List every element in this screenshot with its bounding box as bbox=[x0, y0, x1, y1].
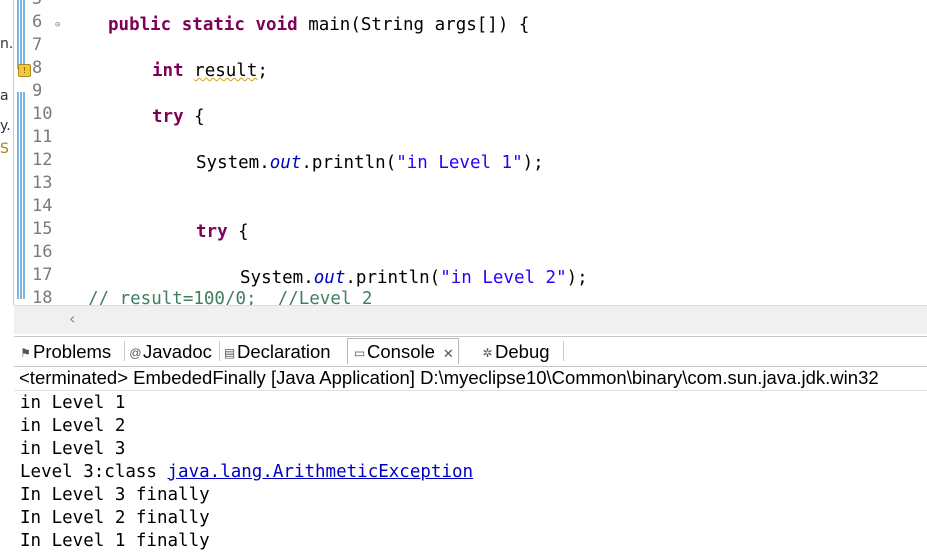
code-text: main(String args[]) { bbox=[297, 15, 530, 35]
problems-icon: ⚑ bbox=[20, 346, 31, 360]
tab-problems[interactable]: ⚑ Problems bbox=[18, 339, 111, 364]
line-number: 6 bbox=[32, 12, 43, 32]
editor-horizontal-scrollbar[interactable]: ‹ bbox=[14, 305, 927, 334]
ruler-mark bbox=[17, 115, 26, 138]
ruler-mark bbox=[17, 161, 26, 184]
code-text: .println( bbox=[301, 153, 397, 173]
package-explorer-edge: n. a y. S bbox=[0, 0, 14, 305]
keyword: try bbox=[196, 222, 228, 242]
ruler-mark bbox=[17, 253, 26, 276]
fold-toggle-icon[interactable]: ⊖ bbox=[55, 20, 60, 30]
warning-variable: result bbox=[194, 61, 258, 81]
ruler-mark bbox=[17, 230, 26, 253]
warning-marker-icon[interactable]: ! bbox=[18, 64, 31, 77]
code-line-8[interactable]: int result; bbox=[152, 60, 268, 83]
static-field: out bbox=[269, 153, 302, 173]
static-field: out bbox=[313, 268, 346, 288]
code-editor[interactable]: ! 5 6 ⊖ 7 8 9 10 11 12 13 14 15 16 17 18… bbox=[14, 0, 927, 305]
line-number: 7 bbox=[32, 35, 43, 55]
console-line: In Level 2 finally bbox=[20, 508, 210, 528]
console-status-header: <terminated> EmbededFinally [Java Applic… bbox=[14, 366, 927, 391]
code-line-10[interactable]: try { bbox=[152, 106, 205, 129]
tab-divider bbox=[124, 341, 125, 361]
tab-divider bbox=[563, 341, 564, 361]
line-number: 17 bbox=[32, 265, 53, 285]
line-number: 12 bbox=[32, 150, 53, 170]
edge-text: a bbox=[0, 88, 9, 104]
line-number: 8 bbox=[32, 58, 43, 78]
ruler-mark bbox=[17, 92, 26, 115]
console-line: in Level 1 bbox=[20, 393, 126, 413]
debug-icon: ✲ bbox=[482, 346, 493, 360]
code-text: { bbox=[183, 107, 205, 127]
exception-prefix: Level 3:class bbox=[20, 462, 168, 482]
console-line: in Level 2 bbox=[20, 416, 126, 436]
tab-console[interactable]: ▭Console ✕ bbox=[347, 338, 459, 364]
tab-declaration[interactable]: ▤Declaration bbox=[222, 339, 331, 364]
line-number: 11 bbox=[32, 127, 53, 147]
code-line-12[interactable]: System.out.println("in Level 1"); bbox=[196, 152, 544, 175]
exception-link[interactable]: java.lang.ArithmeticException bbox=[168, 462, 474, 482]
tab-label: Problems bbox=[33, 341, 112, 362]
line-number: 16 bbox=[32, 242, 53, 262]
code-text: ); bbox=[522, 153, 544, 173]
line-number: 18 bbox=[32, 288, 53, 305]
console-output[interactable]: in Level 1 in Level 2 in Level 3 Level 3… bbox=[20, 392, 473, 553]
tab-divider bbox=[219, 341, 220, 361]
ruler-mark bbox=[17, 276, 26, 299]
string-literal: "in Level 1" bbox=[396, 153, 523, 173]
code-line-6[interactable]: public static void main(String args[]) { bbox=[108, 14, 529, 37]
tab-label: Console bbox=[367, 341, 435, 362]
console-line: In Level 1 finally bbox=[20, 531, 210, 551]
ruler-mark bbox=[17, 138, 26, 161]
code-text: ); bbox=[566, 268, 588, 288]
code-line-17[interactable]: System.out.println("in Level 2"); bbox=[240, 267, 588, 290]
console-icon: ▭ bbox=[353, 346, 366, 360]
ruler-mark bbox=[17, 23, 26, 46]
line-number: 10 bbox=[32, 104, 53, 124]
line-number: 13 bbox=[32, 173, 53, 193]
line-number: 5 bbox=[32, 0, 66, 11]
console-line: In Level 3 finally bbox=[20, 485, 210, 505]
declaration-icon: ▤ bbox=[223, 346, 236, 360]
code-text: ; bbox=[257, 61, 268, 81]
edge-text: n. bbox=[0, 36, 14, 52]
edge-text: y. bbox=[0, 118, 11, 134]
code-line-18[interactable]: // result=100/0; //Level 2 bbox=[88, 288, 372, 305]
code-text: { bbox=[227, 222, 249, 242]
tab-label: Debug bbox=[495, 341, 550, 362]
code-text: .println( bbox=[345, 268, 441, 288]
scroll-left-arrow-icon[interactable]: ‹ bbox=[69, 309, 75, 328]
ruler-mark bbox=[17, 184, 26, 207]
tab-label: Javadoc bbox=[143, 341, 212, 362]
overview-ruler: ! bbox=[14, 0, 32, 305]
console-line: Level 3:class java.lang.ArithmeticExcept… bbox=[20, 461, 473, 484]
line-number: 9 bbox=[32, 81, 43, 101]
close-icon[interactable]: ✕ bbox=[443, 346, 454, 361]
keyword: try bbox=[152, 107, 184, 127]
keyword: public static void bbox=[108, 15, 298, 35]
tab-debug[interactable]: ✲ Debug bbox=[480, 339, 550, 364]
tab-javadoc[interactable]: @Javadoc bbox=[128, 339, 212, 364]
string-literal: "in Level 2" bbox=[440, 268, 567, 288]
tab-label: Declaration bbox=[237, 341, 331, 362]
code-line-15[interactable]: try { bbox=[196, 221, 249, 244]
keyword: int bbox=[152, 61, 184, 81]
code-text: System. bbox=[240, 268, 314, 288]
ruler-mark bbox=[17, 207, 26, 230]
code-text: System. bbox=[196, 153, 270, 173]
console-line: in Level 3 bbox=[20, 439, 126, 459]
line-number: 14 bbox=[32, 196, 53, 216]
edge-text: S bbox=[0, 141, 9, 157]
line-number: 15 bbox=[32, 219, 53, 239]
view-tab-bar: ⚑ Problems @Javadoc ▤Declaration ▭Console… bbox=[14, 336, 927, 367]
javadoc-icon: @ bbox=[129, 346, 142, 360]
ruler-mark bbox=[17, 0, 26, 23]
